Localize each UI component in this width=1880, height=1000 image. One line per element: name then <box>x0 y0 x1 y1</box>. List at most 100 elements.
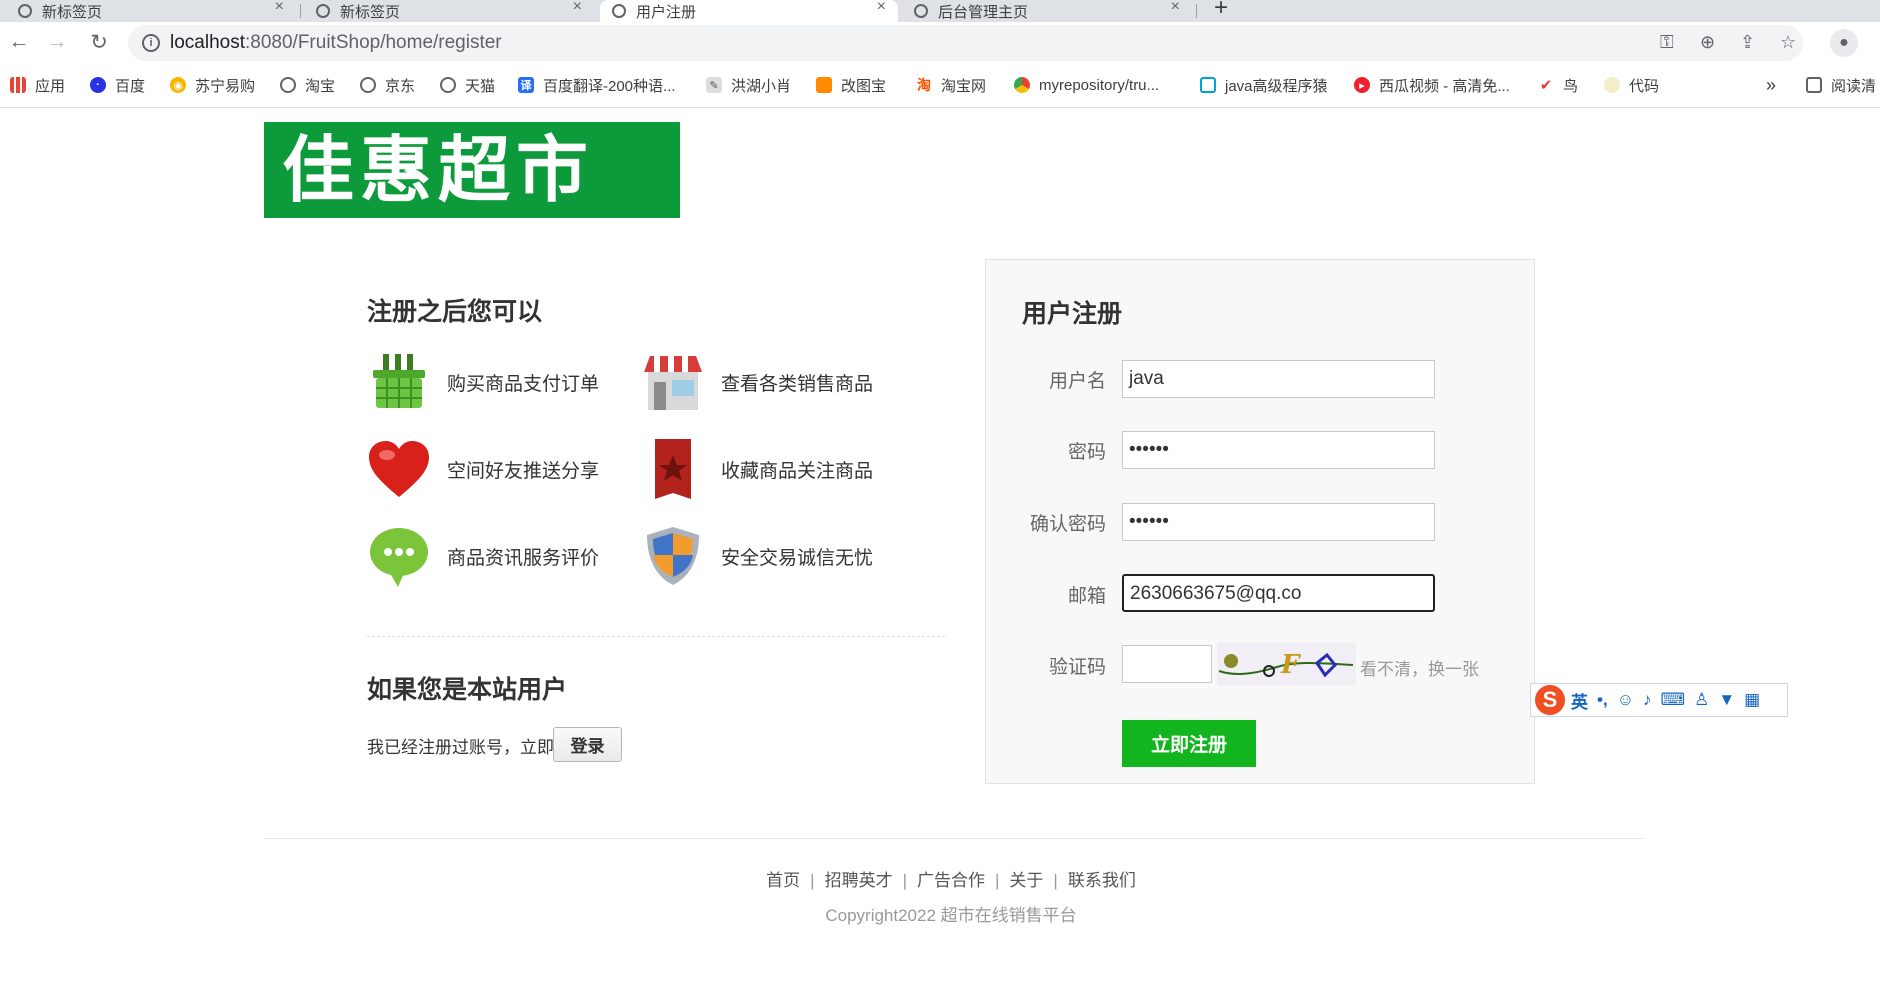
globe-icon <box>914 4 928 18</box>
bookmark-label: 百度翻译-200种语... <box>543 77 676 95</box>
bookmark-bird[interactable]: ✔ 鸟 <box>1538 74 1578 96</box>
globe-icon <box>280 77 296 93</box>
skin-shirt-icon[interactable]: ▼ <box>1718 690 1735 710</box>
baidu-paw-icon: · <box>90 77 106 93</box>
xigua-icon: ▸ <box>1354 77 1370 93</box>
profile-avatar-icon[interactable]: ● <box>1830 29 1858 57</box>
reload-icon[interactable]: ↻ <box>86 29 112 55</box>
bookmarks-overflow-button[interactable]: » <box>1766 74 1776 96</box>
shield-icon <box>641 524 705 588</box>
url-path: :8080/FruitShop/home/register <box>245 32 502 53</box>
address-bar[interactable]: i localhost:8080/FruitShop/home/register… <box>128 25 1803 61</box>
browser-tab-strip: 新标签页 × 新标签页 × 用户注册 × 后台管理主页 × + <box>0 0 1880 22</box>
bookmark-label: 改图宝 <box>841 77 887 95</box>
bookmark-baidu-translate[interactable]: 译 百度翻译-200种语... <box>518 74 676 96</box>
keyboard-icon[interactable]: ⌨ <box>1661 690 1686 710</box>
bookmark-label: 应用 <box>35 77 66 95</box>
username-label: 用户名 <box>1048 371 1106 392</box>
feature-label: 查看各类销售商品 <box>721 373 874 395</box>
bookmark-label: 淘宝网 <box>941 77 987 95</box>
sogou-logo-icon[interactable]: S <box>1535 685 1565 715</box>
bird-icon: ✔ <box>1538 77 1554 94</box>
footer-link-home[interactable]: 首页 <box>766 871 800 890</box>
feature-item: 商品资讯服务评价 <box>367 524 599 588</box>
back-arrow-icon[interactable]: ← <box>6 29 32 55</box>
footer-link-careers[interactable]: 招聘英才 <box>825 871 893 890</box>
bookmark-jd[interactable]: 京东 <box>360 74 415 96</box>
feature-item: 安全交易诚信无忧 <box>641 524 873 588</box>
url-text[interactable]: localhost:8080/FruitShop/home/register <box>170 32 502 54</box>
copyright-text: Copyright2022 超市在线销售平台 <box>825 906 1077 925</box>
close-icon[interactable]: × <box>877 0 886 16</box>
bookmark-java[interactable]: java高级程序猿 <box>1200 74 1328 96</box>
reading-list-button[interactable]: 阅读清 <box>1806 74 1876 96</box>
username-input[interactable]: java <box>1122 360 1435 398</box>
footer-link-ads[interactable]: 广告合作 <box>917 871 985 890</box>
chrome-icon <box>1014 77 1030 93</box>
browser-tab[interactable]: 新标签页 × <box>6 0 296 22</box>
footer-link-about[interactable]: 关于 <box>1009 871 1043 890</box>
login-button[interactable]: 登录 <box>553 727 622 762</box>
globe-icon <box>18 4 32 18</box>
punctuation-icon[interactable]: •, <box>1597 690 1608 710</box>
bookmark-apps[interactable]: 应用 <box>10 74 65 96</box>
close-icon[interactable]: × <box>573 0 582 16</box>
toolbox-grid-icon[interactable]: ▦ <box>1744 690 1760 710</box>
user-icon[interactable]: ♙ <box>1694 690 1709 710</box>
bookmark-suning[interactable]: ◉ 苏宁易购 <box>170 74 255 96</box>
bookmark-label: 洪湖小肖 <box>731 77 792 95</box>
captcha-refresh-link[interactable]: 看不清，换一张 <box>1360 655 1479 680</box>
bookmark-label: java高级程序猿 <box>1225 77 1328 95</box>
close-icon[interactable]: × <box>1171 0 1180 16</box>
close-icon[interactable]: × <box>275 0 284 16</box>
feature-item: 收藏商品关注商品 <box>641 437 873 501</box>
confirm-password-input[interactable]: •••••• <box>1122 503 1435 541</box>
footer-separator: | <box>995 871 1000 890</box>
feature-item: 购买商品支付订单 <box>367 350 599 414</box>
tab-title: 后台管理主页 <box>938 3 1029 21</box>
bookmark-tmall[interactable]: 天猫 <box>440 74 495 96</box>
star-bookmark-icon[interactable]: ☆ <box>1780 32 1796 53</box>
bookmark-taobao[interactable]: 淘宝 <box>280 74 335 96</box>
browser-tab-active[interactable]: 用户注册 × <box>600 0 898 22</box>
browser-tab[interactable]: 新标签页 × <box>304 0 594 22</box>
heart-icon <box>367 437 431 501</box>
share-icon[interactable]: ⇪ <box>1740 32 1755 53</box>
bookmark-taobaowang[interactable]: 淘 淘宝网 <box>916 74 986 96</box>
bookmark-honghu[interactable]: ✎ 洪湖小肖 <box>706 74 791 96</box>
new-tab-plus-icon[interactable]: + <box>1214 0 1228 22</box>
email-label: 邮箱 <box>1067 586 1106 607</box>
site-info-icon[interactable]: i <box>142 34 160 52</box>
site-logo[interactable]: 佳惠超市 <box>264 122 680 218</box>
captcha-input[interactable] <box>1122 645 1212 683</box>
footer-links: 首页 | 招聘英才 | 广告合作 | 关于 | 联系我们 <box>0 866 1880 891</box>
favorite-tag-icon <box>641 437 705 501</box>
captcha-image[interactable]: F <box>1217 643 1356 685</box>
bookmark-gaitubao[interactable]: 改图宝 <box>816 74 886 96</box>
bookmark-baidu[interactable]: · 百度 <box>90 74 145 96</box>
bookmark-xigua[interactable]: ▸ 西瓜视频 - 高清免... <box>1354 74 1510 96</box>
forward-arrow-icon[interactable]: → <box>44 29 70 55</box>
footer-link-contact[interactable]: 联系我们 <box>1068 871 1136 890</box>
password-input[interactable]: •••••• <box>1122 431 1435 469</box>
globe-icon <box>440 77 456 93</box>
zoom-icon[interactable]: ⊕ <box>1700 32 1715 53</box>
ime-language-toggle[interactable]: 英 <box>1571 688 1588 713</box>
register-title: 用户注册 <box>1022 300 1123 328</box>
feature-item: 空间好友推送分享 <box>367 437 599 501</box>
logo-text: 佳惠超市 <box>282 128 595 212</box>
bookmark-code[interactable]: 代码 <box>1604 74 1659 96</box>
bookmark-myrepository[interactable]: myrepository/tru... <box>1014 74 1159 96</box>
footer-separator: | <box>902 871 907 890</box>
key-icon[interactable]: ⚿ <box>1660 32 1674 53</box>
browser-tab[interactable]: 后台管理主页 × <box>902 0 1192 22</box>
emoji-icon[interactable]: ☺ <box>1617 690 1634 710</box>
microphone-icon[interactable]: ♪ <box>1643 690 1652 710</box>
tab-separator <box>300 4 301 18</box>
footer-divider <box>264 838 1644 839</box>
register-submit-button[interactable]: 立即注册 <box>1122 720 1256 767</box>
bilibili-icon <box>1200 77 1216 93</box>
ime-toolbar[interactable]: S 英 •, ☺ ♪ ⌨ ♙ ▼ ▦ <box>1530 683 1788 717</box>
email-input[interactable]: 2630663675@qq.co <box>1122 574 1435 612</box>
gaitubao-icon <box>816 77 832 93</box>
